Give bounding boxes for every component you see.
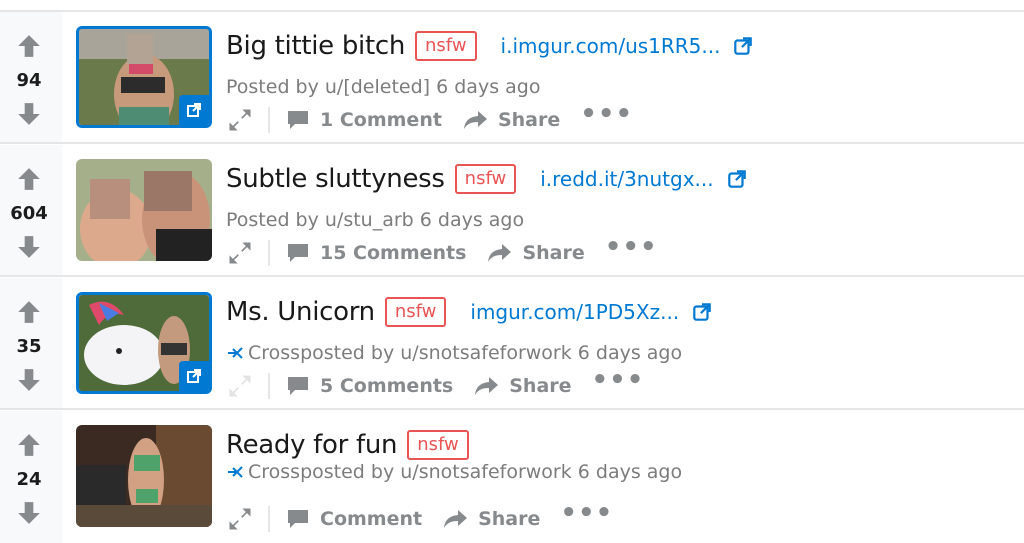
downvote-arrow-icon[interactable] — [16, 234, 42, 260]
upvote-arrow-icon[interactable] — [16, 299, 42, 325]
share-label: Share — [497, 109, 561, 131]
post-actions: 15 Comments Share ••• — [226, 232, 658, 271]
share-icon — [488, 244, 512, 262]
comments-button[interactable]: 1 Comment — [286, 109, 442, 131]
post-card[interactable]: 604 Subtle sluttyness nsfw i.redd.it/3nu… — [0, 145, 1024, 277]
expand-icon — [229, 375, 251, 397]
action-divider — [268, 373, 270, 399]
share-button[interactable]: Share — [486, 242, 585, 264]
post-card[interactable]: 94 Big tittie bitch nsfw i.imgur.com/us1… — [0, 12, 1024, 144]
share-button[interactable]: Share — [462, 109, 560, 131]
comments-label: Comment — [320, 508, 423, 530]
post-actions: Comment Share ••• — [226, 498, 613, 537]
expand-icon[interactable] — [226, 239, 254, 267]
upvote-arrow-icon[interactable] — [16, 432, 42, 458]
nsfw-badge: nsfw — [407, 430, 469, 460]
comment-icon — [288, 244, 308, 262]
post-actions: 1 Comment Share ••• — [226, 99, 633, 138]
comments-button[interactable]: Comment — [286, 508, 422, 530]
action-divider — [268, 506, 270, 532]
comments-label: 15 Comments — [320, 242, 467, 264]
post-thumbnail[interactable] — [76, 159, 212, 261]
post-thumbnail[interactable] — [76, 26, 212, 128]
title-row: Big tittie bitch nsfw i.imgur.com/us1RR5… — [226, 28, 754, 64]
comments-label: 1 Comment — [320, 109, 442, 131]
nsfw-badge: nsfw — [384, 297, 447, 327]
action-divider — [268, 240, 270, 266]
score: 94 — [16, 70, 42, 91]
post-meta-text: Crossposted by u/snotsafeforwork 6 days … — [248, 342, 683, 364]
post-domain-link[interactable]: imgur.com/1PD5Xz... — [470, 300, 679, 324]
vote-column: 604 — [0, 145, 62, 275]
share-icon — [463, 111, 487, 129]
post-meta-text: Posted by u/[deleted] 6 days ago — [226, 76, 541, 98]
post-card[interactable]: 35 Ms. Unicorn nsfw imgur.com/1PD5Xz... … — [0, 278, 1024, 410]
post-domain-link[interactable]: i.redd.it/3nutgx... — [540, 167, 713, 191]
score: 35 — [16, 336, 42, 357]
share-icon — [444, 510, 468, 528]
post-meta: Crossposted by u/snotsafeforwork 6 days … — [226, 342, 682, 364]
downvote-arrow-icon[interactable] — [16, 500, 42, 526]
post-card[interactable]: 24 Ready for fun nsfw Crossposted by u/s… — [0, 411, 1024, 543]
more-options-button[interactable]: ••• — [605, 232, 658, 262]
post-title[interactable]: Subtle sluttyness — [226, 164, 445, 194]
post-domain-link[interactable]: i.imgur.com/us1RR5... — [501, 34, 721, 58]
post-meta-text: Crossposted by u/snotsafeforwork 6 days … — [248, 461, 683, 483]
upvote-arrow-icon[interactable] — [16, 33, 42, 59]
external-link-icon — [187, 103, 201, 117]
top-divider — [0, 0, 1024, 12]
share-label: Share — [522, 242, 585, 264]
comment-icon — [288, 377, 308, 395]
post-title[interactable]: Ms. Unicorn — [226, 297, 375, 327]
more-options-button[interactable]: ••• — [592, 365, 645, 395]
comment-icon — [288, 111, 308, 129]
expand-icon[interactable] — [226, 106, 254, 134]
share-label: Share — [478, 508, 541, 530]
nsfw-badge: nsfw — [415, 31, 477, 61]
vote-column: 35 — [0, 278, 62, 408]
action-divider — [268, 107, 270, 133]
external-link-badge — [179, 95, 209, 125]
crosspost-icon — [228, 466, 243, 478]
comment-icon — [288, 510, 308, 528]
expand-icon[interactable] — [226, 505, 254, 533]
share-label: Share — [509, 375, 572, 397]
title-row: Subtle sluttyness nsfw i.redd.it/3nutgx.… — [226, 161, 748, 197]
post-meta: Posted by u/[deleted] 6 days ago — [226, 76, 540, 98]
vote-column: 94 — [0, 12, 62, 142]
post-title[interactable]: Ready for fun — [226, 430, 398, 460]
post-actions: 5 Comments Share ••• — [226, 365, 645, 404]
upvote-arrow-icon[interactable] — [16, 166, 42, 192]
downvote-arrow-icon[interactable] — [16, 367, 42, 393]
external-link-icon — [187, 369, 201, 383]
downvote-arrow-icon[interactable] — [16, 101, 42, 127]
title-row: Ready for fun nsfw — [226, 427, 469, 463]
score: 604 — [10, 203, 48, 224]
more-options-button[interactable]: ••• — [560, 498, 613, 528]
more-options-button[interactable]: ••• — [580, 99, 633, 129]
comments-label: 5 Comments — [320, 375, 454, 397]
share-button[interactable]: Share — [442, 508, 540, 530]
external-link-icon[interactable] — [732, 35, 754, 57]
score: 24 — [16, 469, 42, 490]
post-thumbnail[interactable] — [76, 292, 212, 394]
share-button[interactable]: Share — [473, 375, 572, 397]
external-link-badge — [179, 361, 209, 391]
external-link-icon[interactable] — [726, 168, 748, 190]
post-meta-text: Posted by u/stu_arb 6 days ago — [226, 209, 525, 231]
nsfw-badge: nsfw — [454, 164, 517, 194]
post-meta: Crossposted by u/snotsafeforwork 6 days … — [226, 461, 682, 483]
vote-column: 24 — [0, 411, 62, 543]
comments-button[interactable]: 5 Comments — [286, 375, 453, 397]
post-title[interactable]: Big tittie bitch — [226, 31, 405, 61]
post-thumbnail[interactable] — [76, 425, 212, 527]
title-row: Ms. Unicorn nsfw imgur.com/1PD5Xz... — [226, 294, 713, 330]
comments-button[interactable]: 15 Comments — [286, 242, 466, 264]
post-meta: Posted by u/stu_arb 6 days ago — [226, 209, 524, 231]
share-icon — [475, 377, 499, 395]
external-link-icon[interactable] — [691, 301, 713, 323]
crosspost-icon — [228, 347, 243, 359]
